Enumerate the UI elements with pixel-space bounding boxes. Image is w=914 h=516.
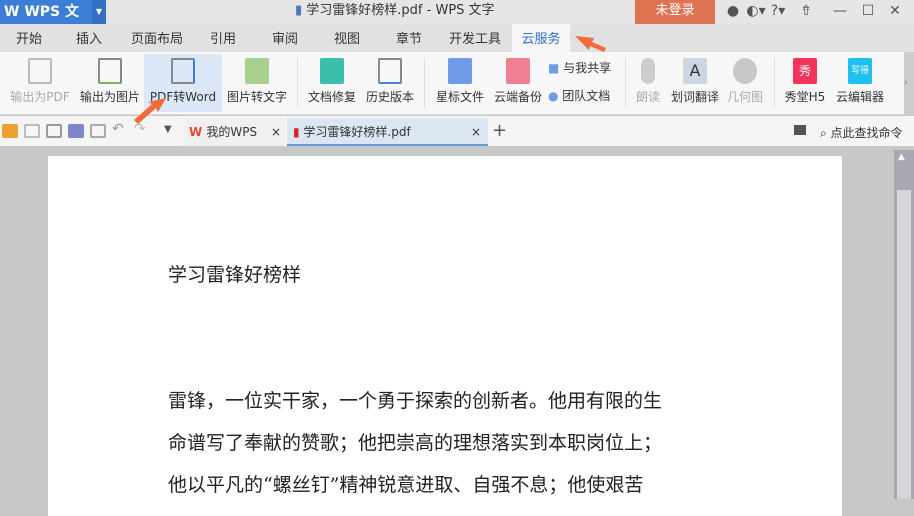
- annotation-arrows: [134, 36, 606, 124]
- arrow-to-cloud-tab: [575, 36, 606, 52]
- arrow-to-pdf-to-word: [134, 98, 166, 124]
